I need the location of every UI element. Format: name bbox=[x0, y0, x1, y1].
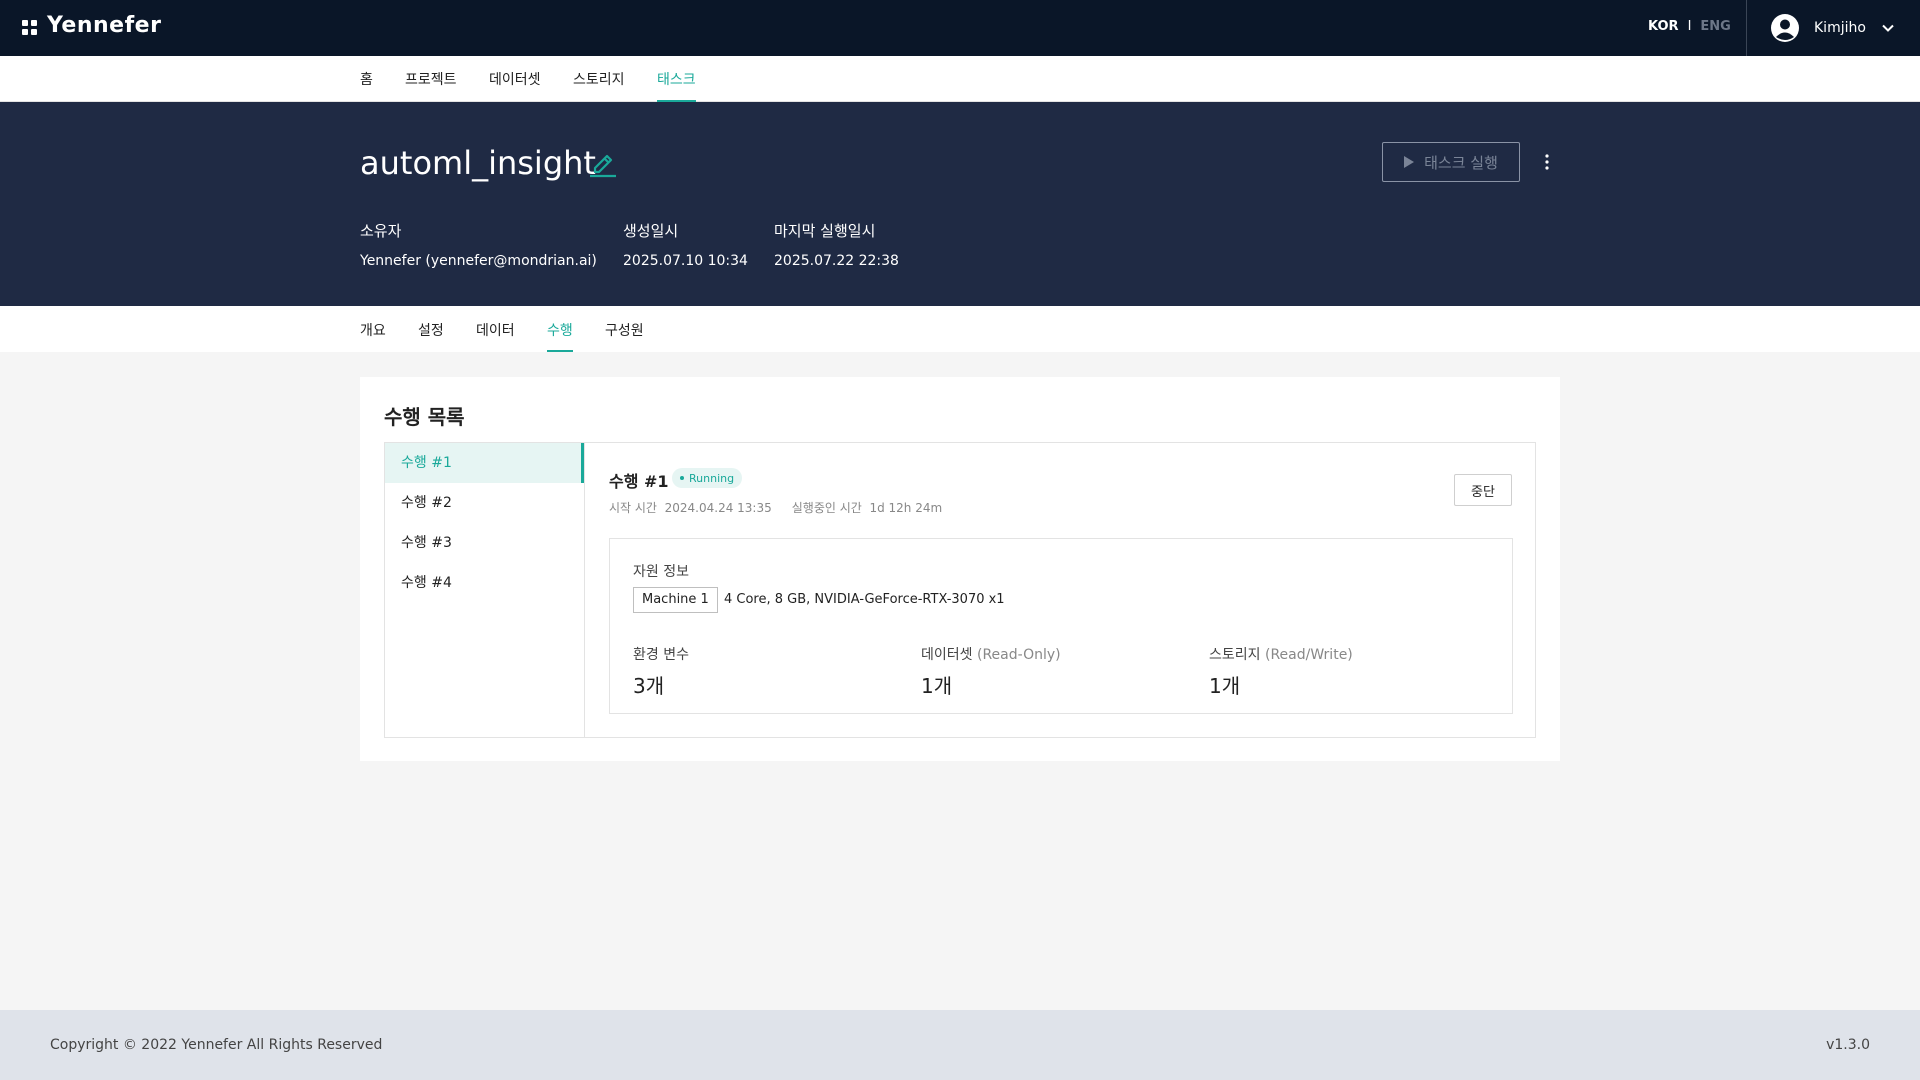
elapsed-time-value: 1d 12h 24m bbox=[869, 501, 943, 515]
created-label: 생성일시 bbox=[623, 222, 679, 240]
copyright: Copyright © 2022 Yennefer All Rights Res… bbox=[50, 1037, 383, 1053]
elapsed-time: 실행중인 시간 1d 12h 24m bbox=[792, 499, 942, 516]
env-value: 3개 bbox=[633, 674, 665, 698]
run-item-1[interactable]: 수행 #1 bbox=[385, 443, 584, 483]
apps-grid-icon[interactable] bbox=[22, 20, 37, 35]
top-bar: Yennefer KOR I ENG Kimjiho bbox=[0, 0, 1920, 56]
last-run-meta: 마지막 실행일시 2025.07.22 22:38 bbox=[774, 220, 899, 269]
machine-tag: Machine 1 bbox=[633, 587, 718, 613]
runs-card: 수행 목록 수행 #1 수행 #2 수행 #3 수행 #4 수행 #1 Runn… bbox=[360, 377, 1560, 761]
dataset-label-row: 데이터셋 (Read-Only) bbox=[921, 644, 1061, 664]
owner-meta: 소유자 Yennefer (yennefer@mondrian.ai) bbox=[360, 220, 597, 269]
dataset-value: 1개 bbox=[921, 674, 953, 698]
env-label: 환경 변수 bbox=[633, 647, 689, 663]
status-dot-icon bbox=[680, 476, 684, 480]
run-task-button[interactable]: 태스크 실행 bbox=[1382, 142, 1520, 182]
storage-label: 스토리지 bbox=[1209, 647, 1261, 663]
status-text: Running bbox=[689, 471, 735, 485]
nav-tasks[interactable]: 태스크 bbox=[657, 69, 696, 102]
more-vertical-icon[interactable] bbox=[1543, 152, 1551, 172]
created-meta: 생성일시 2025.07.10 10:34 bbox=[623, 220, 748, 269]
run-item-4[interactable]: 수행 #4 bbox=[385, 563, 584, 603]
run-detail-title: 수행 #1 bbox=[609, 472, 669, 491]
last-run-label: 마지막 실행일시 bbox=[774, 222, 876, 240]
storage-label-row: 스토리지 (Read/Write) bbox=[1209, 644, 1353, 664]
dataset-stat: 데이터셋 (Read-Only) 1개 bbox=[921, 644, 1061, 699]
main-nav: 홈 프로젝트 데이터셋 스토리지 태스크 bbox=[0, 56, 1920, 102]
nav-projects[interactable]: 프로젝트 bbox=[405, 69, 457, 102]
run-item-3[interactable]: 수행 #3 bbox=[385, 523, 584, 563]
version: v1.3.0 bbox=[1826, 1037, 1870, 1053]
runs-title: 수행 목록 bbox=[384, 405, 465, 429]
language-switch: KOR I ENG bbox=[1648, 19, 1731, 34]
run-times: 시작 시간 2024.04.24 13:35 실행중인 시간 1d 12h 24… bbox=[609, 499, 942, 516]
stop-button[interactable]: 중단 bbox=[1454, 474, 1512, 506]
app-logo[interactable]: Yennefer bbox=[47, 13, 161, 38]
task-title: automl_insight bbox=[360, 144, 596, 182]
tab-members[interactable]: 구성원 bbox=[605, 320, 644, 352]
lang-separator: I bbox=[1687, 19, 1692, 34]
storage-mode: (Read/Write) bbox=[1264, 647, 1353, 663]
machine-spec: 4 Core, 8 GB, NVIDIA-GeForce-RTX-3070 x1 bbox=[724, 592, 1005, 607]
dataset-mode: (Read-Only) bbox=[976, 647, 1061, 663]
run-list: 수행 #1 수행 #2 수행 #3 수행 #4 bbox=[385, 443, 585, 737]
dataset-label: 데이터셋 bbox=[921, 647, 973, 663]
resource-box: 자원 정보 Machine 1 4 Core, 8 GB, NVIDIA-GeF… bbox=[609, 538, 1513, 714]
tab-overview[interactable]: 개요 bbox=[360, 320, 386, 352]
owner-value: Yennefer (yennefer@mondrian.ai) bbox=[360, 253, 597, 269]
resource-label: 자원 정보 bbox=[633, 564, 689, 580]
env-stat: 환경 변수 3개 bbox=[633, 644, 689, 699]
nav-home[interactable]: 홈 bbox=[360, 69, 373, 102]
nav-datasets[interactable]: 데이터셋 bbox=[489, 69, 541, 102]
nav-storage[interactable]: 스토리지 bbox=[573, 69, 625, 102]
task-tabs: 개요 설정 데이터 수행 구성원 bbox=[0, 306, 1920, 352]
storage-value: 1개 bbox=[1209, 674, 1241, 698]
start-time: 시작 시간 2024.04.24 13:35 bbox=[609, 499, 772, 516]
start-time-label: 시작 시간 bbox=[609, 501, 657, 515]
run-item-2[interactable]: 수행 #2 bbox=[385, 483, 584, 523]
tab-settings[interactable]: 설정 bbox=[418, 320, 444, 352]
tab-data[interactable]: 데이터 bbox=[476, 320, 515, 352]
footer: Copyright © 2022 Yennefer All Rights Res… bbox=[0, 1010, 1920, 1080]
username: Kimjiho bbox=[1814, 20, 1866, 36]
owner-label: 소유자 bbox=[360, 222, 402, 240]
run-detail: 수행 #1 Running 시작 시간 2024.04.24 13:35 실행중… bbox=[585, 443, 1535, 737]
elapsed-time-label: 실행중인 시간 bbox=[791, 501, 862, 515]
run-task-label: 태스크 실행 bbox=[1424, 153, 1498, 172]
topbar-divider bbox=[1746, 0, 1747, 56]
edit-pencil-icon[interactable] bbox=[587, 146, 619, 178]
lang-kor[interactable]: KOR bbox=[1648, 19, 1679, 34]
chevron-down-icon bbox=[1882, 24, 1894, 32]
status-badge: Running bbox=[672, 468, 743, 488]
created-value: 2025.07.10 10:34 bbox=[623, 253, 748, 269]
user-avatar-icon bbox=[1771, 14, 1799, 42]
last-run-value: 2025.07.22 22:38 bbox=[774, 253, 899, 269]
storage-stat: 스토리지 (Read/Write) 1개 bbox=[1209, 644, 1353, 699]
task-header: automl_insight 태스크 실행 소유자 Yennefer (yenn… bbox=[0, 102, 1920, 306]
play-icon bbox=[1404, 156, 1415, 168]
runs-panel: 수행 #1 수행 #2 수행 #3 수행 #4 수행 #1 Running 시작… bbox=[384, 442, 1536, 738]
tab-runs[interactable]: 수행 bbox=[547, 320, 573, 352]
start-time-value: 2024.04.24 13:35 bbox=[664, 501, 772, 515]
lang-eng[interactable]: ENG bbox=[1700, 19, 1730, 34]
user-menu[interactable]: Kimjiho bbox=[1770, 13, 1896, 43]
